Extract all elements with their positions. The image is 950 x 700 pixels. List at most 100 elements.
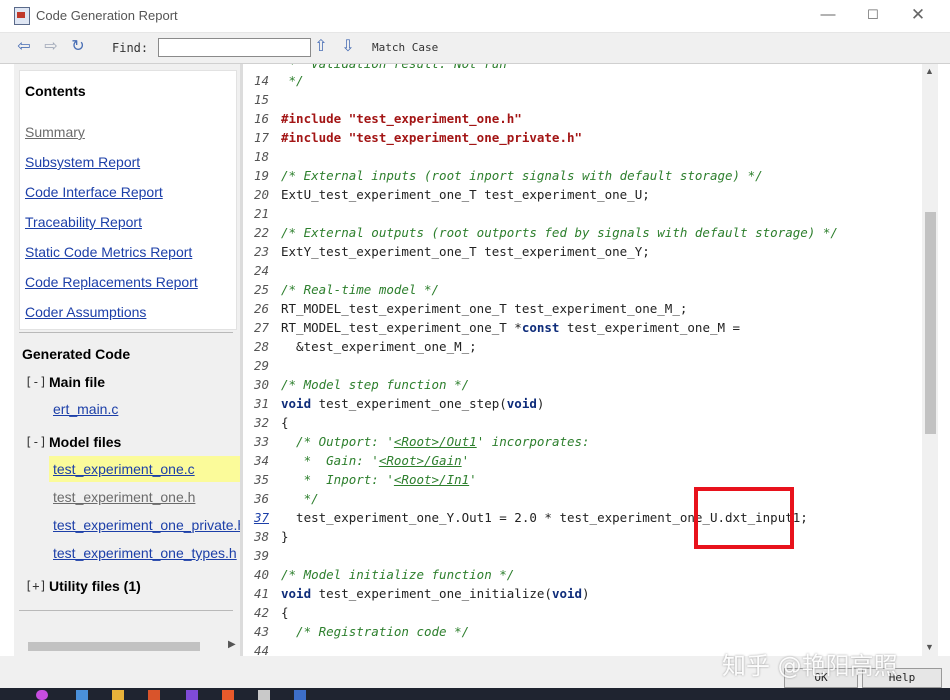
taskbar-app-icon[interactable] <box>222 690 234 700</box>
file-ert-main-c[interactable]: ert_main.c <box>53 401 118 417</box>
code-token: { <box>281 415 289 430</box>
nav-traceability-report[interactable]: Traceability Report <box>25 214 142 230</box>
match-case-option[interactable]: Match Case <box>372 41 438 54</box>
line-number: 43 <box>243 622 269 641</box>
file-test-experiment-one-types-h[interactable]: test_experiment_one_types.h <box>53 545 237 561</box>
nav-subsystem-report[interactable]: Subsystem Report <box>25 154 140 170</box>
line-number: 21 <box>243 204 269 223</box>
taskbar-app-icon[interactable] <box>294 690 306 700</box>
utility-files-toggle[interactable]: [+] <box>25 579 47 593</box>
nav-code-replacements-report[interactable]: Code Replacements Report <box>25 274 198 290</box>
vertical-scrollbar[interactable]: ▲ ▼ <box>922 64 938 656</box>
separator <box>19 332 233 333</box>
app-icon <box>14 7 30 25</box>
code-token: /* External outputs (root outports fed b… <box>281 225 838 240</box>
code-keyword: void <box>552 586 582 601</box>
nav-code-interface-report[interactable]: Code Interface Report <box>25 184 163 200</box>
maximize-button[interactable]: ☐ <box>853 4 893 26</box>
line-number: 14 <box>243 71 269 90</box>
code-token: ) <box>537 396 545 411</box>
nav-static-code-metrics-report[interactable]: Static Code Metrics Report <box>25 244 192 260</box>
code-link[interactable]: <Root>/Gain <box>379 453 462 468</box>
scroll-right-icon[interactable]: ▶ <box>228 639 236 650</box>
line-number[interactable]: 37 <box>243 508 269 527</box>
line-number: 32 <box>243 413 269 432</box>
line-number: 30 <box>243 375 269 394</box>
code-token: /* Outport: ' <box>281 434 394 449</box>
horizontal-scrollbar[interactable]: ▶ <box>14 638 240 654</box>
minimize-button[interactable]: — <box>808 4 848 26</box>
code-token: /* Registration code */ <box>281 624 469 639</box>
code-text: void test_experiment_one_step(void) <box>281 394 544 413</box>
code-line: 15 <box>243 90 922 109</box>
code-text: /* Outport: '<Root>/Out1' incorporates: <box>281 432 590 451</box>
taskbar <box>0 688 950 700</box>
code-token: /* External inputs (root inport signals … <box>281 168 763 183</box>
code-token: test_experiment_one_initialize( <box>311 586 552 601</box>
find-input[interactable] <box>158 38 311 57</box>
code-text: #include "test_experiment_one_private.h" <box>281 128 582 147</box>
taskbar-app-icon[interactable] <box>36 690 48 700</box>
taskbar-app-icon[interactable] <box>258 690 270 700</box>
close-button[interactable]: ✕ <box>898 4 938 26</box>
code-text: RT_MODEL_test_experiment_one_T test_expe… <box>281 299 687 318</box>
refresh-icon[interactable]: ↻ <box>68 38 88 56</box>
code-keyword: void <box>281 586 311 601</box>
code-text: /* External outputs (root outports fed b… <box>281 223 838 242</box>
code-line: 23ExtY_test_experiment_one_T test_experi… <box>243 242 922 261</box>
taskbar-app-icon[interactable] <box>186 690 198 700</box>
code-line: 20ExtU_test_experiment_one_T test_experi… <box>243 185 922 204</box>
code-token: ' <box>469 472 477 487</box>
line-number: 41 <box>243 584 269 603</box>
line-number: 28 <box>243 337 269 356</box>
scroll-up-icon[interactable]: ▲ <box>925 66 934 76</box>
code-token: ExtU_test_experiment_one_T test_experime… <box>281 187 650 202</box>
code-line: 27RT_MODEL_test_experiment_one_T *const … <box>243 318 922 337</box>
code-line: 39 <box>243 546 922 565</box>
find-up-icon[interactable]: ⇧ <box>311 38 331 56</box>
code-text: /* External inputs (root inport signals … <box>281 166 763 185</box>
forward-arrow-icon[interactable]: ⇨ <box>41 38 61 56</box>
code-text: /* Real-time model */ <box>281 280 439 299</box>
code-token: test_experiment_one_step( <box>311 396 507 411</box>
line-number: 33 <box>243 432 269 451</box>
code-text: { <box>281 413 289 432</box>
code-text: ExtY_test_experiment_one_T test_experime… <box>281 242 650 261</box>
taskbar-app-icon[interactable] <box>76 690 88 700</box>
code-token: { <box>281 605 289 620</box>
line-number: 29 <box>243 356 269 375</box>
code-view: * Validation result: Not run14 */1516#in… <box>243 64 922 656</box>
code-token: */ <box>281 73 304 88</box>
code-link[interactable]: <Root>/In1 <box>394 472 469 487</box>
line-number: 40 <box>243 565 269 584</box>
main-file-toggle[interactable]: [-] <box>25 375 47 389</box>
code-token: RT_MODEL_test_experiment_one_T test_expe… <box>281 301 687 316</box>
line-number: 35 <box>243 470 269 489</box>
line-number: 19 <box>243 166 269 185</box>
generated-code-title: Generated Code <box>22 346 130 362</box>
line-number: 15 <box>243 90 269 109</box>
code-token: /* Model initialize function */ <box>281 567 514 582</box>
nav-summary[interactable]: Summary <box>25 124 85 140</box>
scroll-down-icon[interactable]: ▼ <box>925 642 934 652</box>
code-line: 36 */ <box>243 489 922 508</box>
code-link[interactable]: <Root>/Out1 <box>394 434 477 449</box>
nav-coder-assumptions[interactable]: Coder Assumptions <box>25 304 146 320</box>
code-line: 37 test_experiment_one_Y.Out1 = 2.0 * te… <box>243 508 922 527</box>
scroll-thumb[interactable] <box>28 642 200 651</box>
scroll-thumb[interactable] <box>925 212 936 434</box>
code-token: ' <box>462 453 470 468</box>
file-test-experiment-one-c[interactable]: test_experiment_one.c <box>53 461 195 477</box>
code-line: 33 /* Outport: '<Root>/Out1' incorporate… <box>243 432 922 451</box>
code-keyword: void <box>281 396 311 411</box>
title-bar: Code Generation Report — ☐ ✕ <box>0 0 950 33</box>
file-test-experiment-one-private-h[interactable]: test_experiment_one_private.h <box>53 517 240 533</box>
toolbar: ⇦ ⇨ ↻ Find: ⇧ ⇩ Match Case <box>0 33 950 64</box>
model-files-toggle[interactable]: [-] <box>25 435 47 449</box>
file-test-experiment-one-h[interactable]: test_experiment_one.h <box>53 489 195 505</box>
find-down-icon[interactable]: ⇩ <box>338 38 358 56</box>
folder-icon[interactable] <box>112 690 124 700</box>
taskbar-app-icon[interactable] <box>148 690 160 700</box>
code-line: 40 /* Model initialize function */ <box>243 565 922 584</box>
back-arrow-icon[interactable]: ⇦ <box>14 38 34 56</box>
